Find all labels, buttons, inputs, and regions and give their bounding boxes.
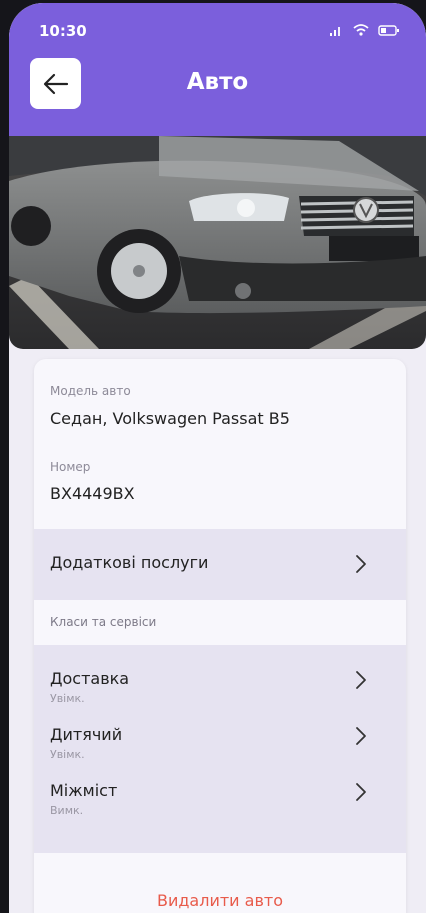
extra-services-row[interactable]: Додаткові послуги (34, 529, 406, 600)
signal-icon (330, 26, 340, 36)
model-label: Модель авто (50, 384, 131, 398)
extra-services-label: Додаткові послуги (50, 553, 209, 572)
chevron-right-icon (356, 727, 366, 745)
car-info-card: Модель авто Седан, Volkswagen Passat B5 … (34, 359, 406, 913)
header-bar: 10:30 Авто (9, 3, 426, 136)
service-title: Дитячий (50, 725, 123, 744)
service-title: Міжміст (50, 781, 118, 800)
page-title: Авто (186, 69, 249, 95)
service-title: Доставка (50, 669, 130, 688)
service-item-delivery[interactable]: Доставка Увімк. (34, 655, 406, 707)
number-value: ВХ4449ВХ (50, 484, 135, 503)
service-status: Увімк. (50, 692, 85, 705)
delete-car-button[interactable]: Видалити авто (34, 891, 406, 910)
chevron-right-icon (356, 555, 366, 573)
service-status: Вимк. (50, 804, 84, 817)
car-image (9, 136, 426, 349)
car-photo (9, 136, 426, 349)
number-label: Номер (50, 460, 91, 474)
wifi-icon (353, 24, 369, 36)
chevron-right-icon (356, 783, 366, 801)
status-icons (330, 24, 400, 36)
model-value: Седан, Volkswagen Passat B5 (50, 409, 290, 428)
phone-screen: 10:30 Авто Модель авто Седан, Volkswagen… (9, 3, 426, 913)
classes-section-label: Класи та сервіси (50, 615, 157, 629)
status-time: 10:30 (39, 22, 87, 40)
service-item-intercity[interactable]: Міжміст Вимк. (34, 767, 406, 819)
services-list: Доставка Увімк. Дитячий Увімк. Міжміст В… (34, 645, 406, 853)
service-status: Увімк. (50, 748, 85, 761)
service-item-child[interactable]: Дитячий Увімк. (34, 711, 406, 763)
battery-icon (378, 24, 399, 36)
chevron-right-icon (356, 671, 366, 689)
